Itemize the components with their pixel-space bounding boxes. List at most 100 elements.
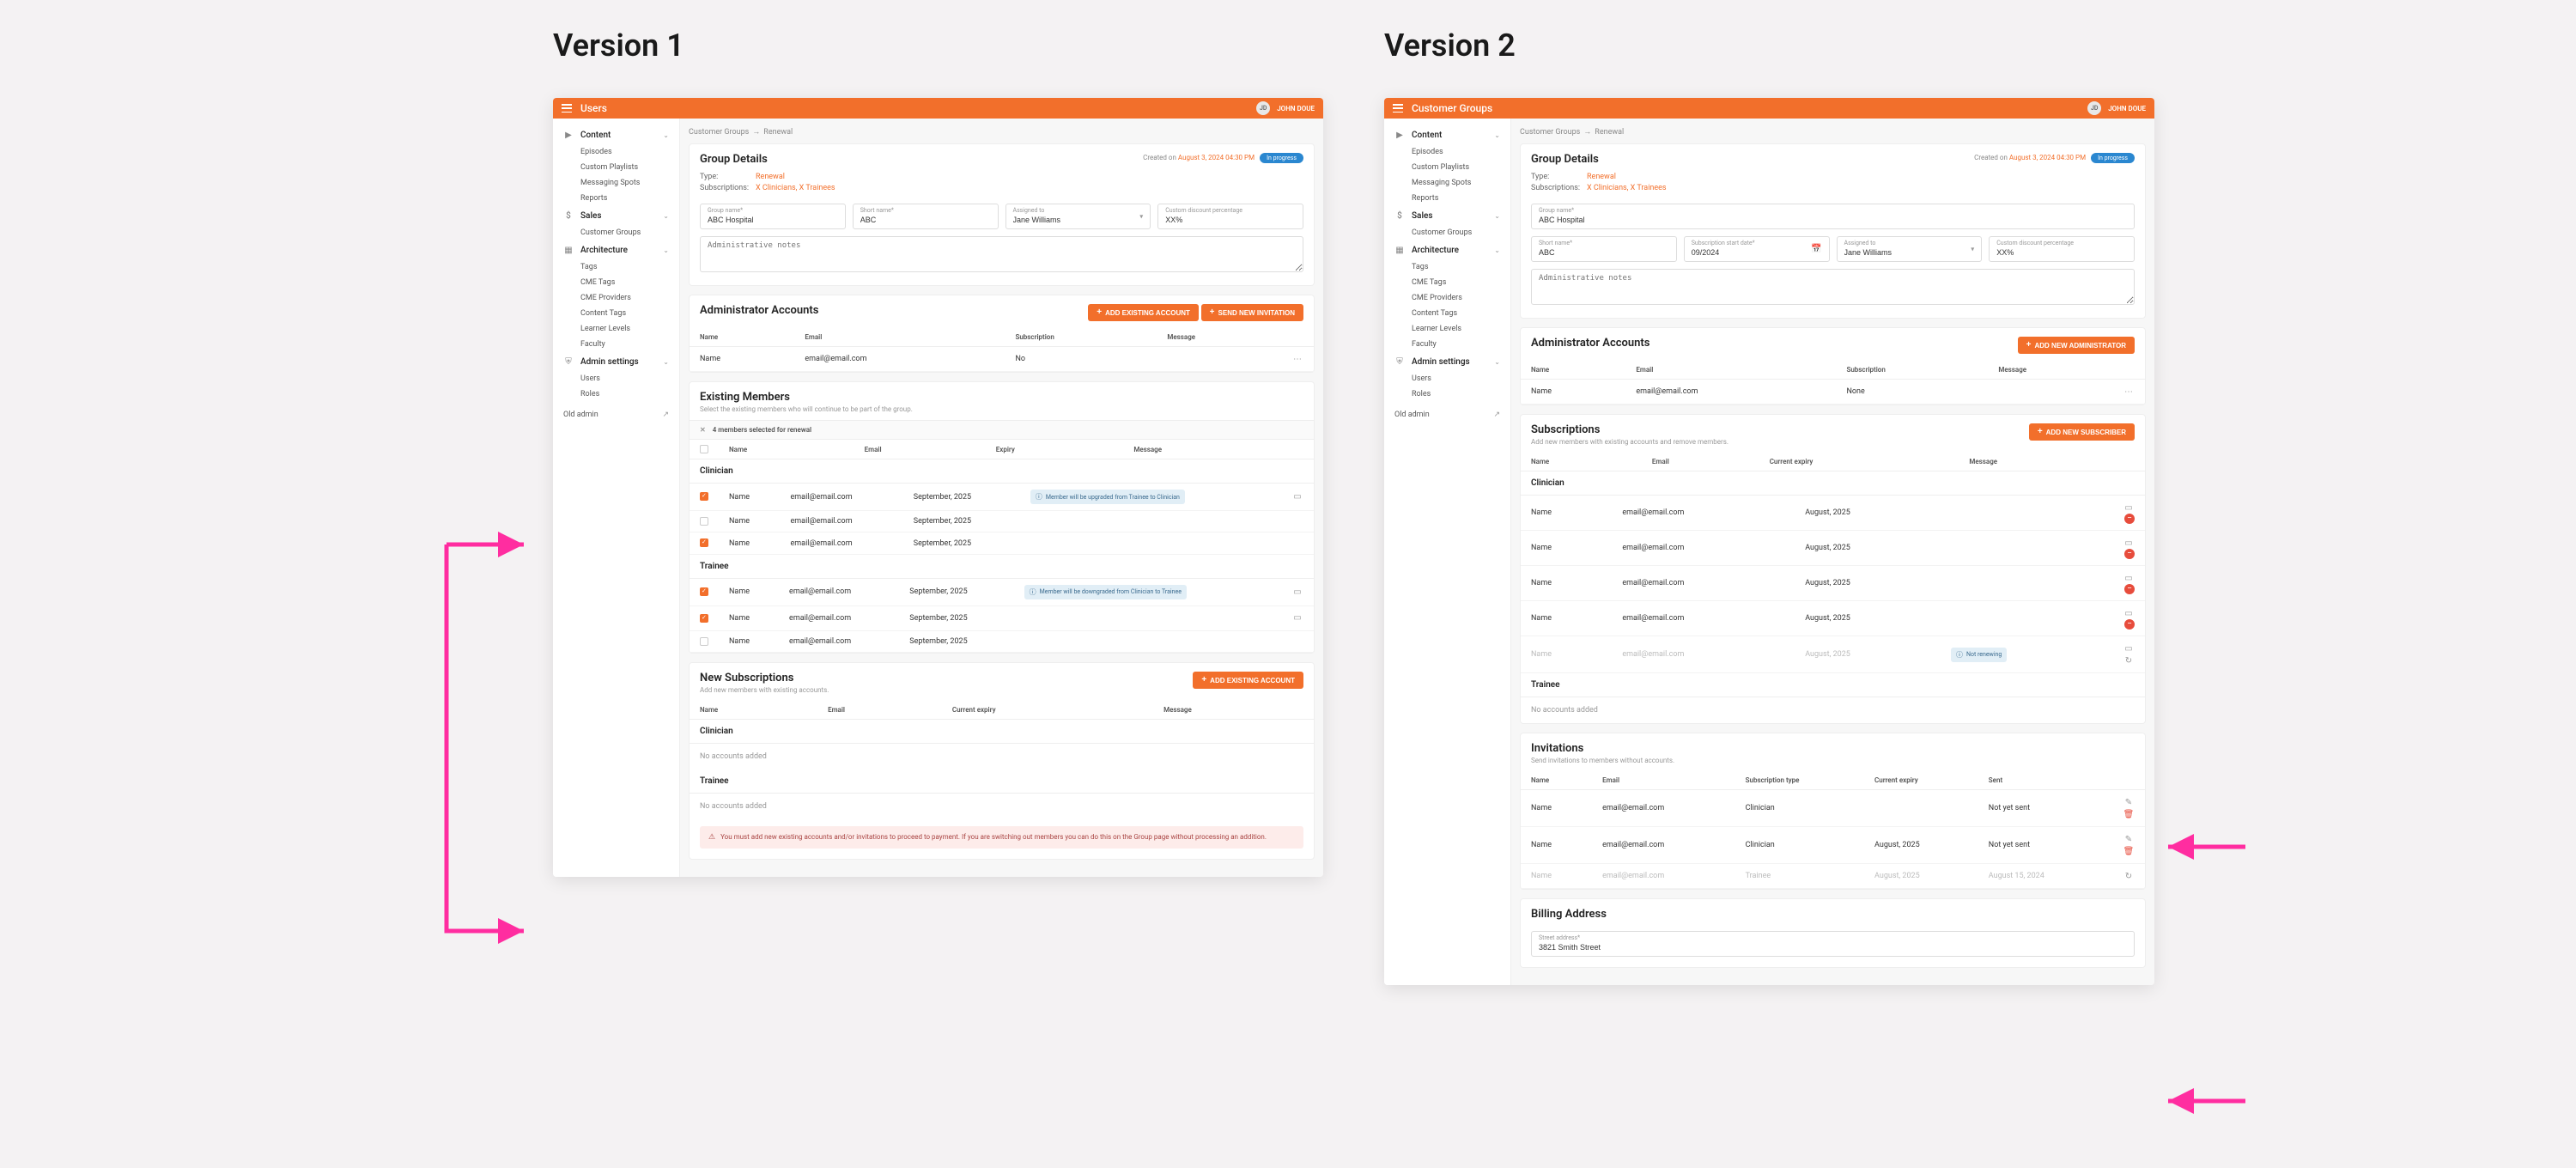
add-existing-account-button[interactable]: ADD EXISTING ACCOUNT: [1088, 304, 1199, 321]
avatar[interactable]: JD: [2087, 101, 2101, 115]
remove-icon[interactable]: −: [2124, 549, 2135, 559]
add-new-administrator-button[interactable]: ADD NEW ADMINISTRATOR: [2018, 337, 2135, 354]
send-new-invitation-button[interactable]: SEND NEW INVITATION: [1201, 304, 1303, 321]
nav-messaging-spots[interactable]: Messaging Spots: [553, 175, 679, 191]
delete-icon[interactable]: 🗑: [2123, 845, 2135, 857]
card-icon[interactable]: ▭: [2123, 607, 2135, 619]
street-address-field[interactable]: Street address*: [1531, 931, 2135, 957]
nav-old-admin[interactable]: Old admin↗: [1384, 405, 1510, 424]
add-new-subscriber-button[interactable]: ADD NEW SUBSCRIBER: [2029, 423, 2135, 441]
nav-learner-levels[interactable]: Learner Levels: [553, 321, 679, 337]
clear-selection-icon[interactable]: ✕: [700, 426, 706, 434]
chevron-down-icon: ⌄: [663, 358, 669, 366]
nav-users[interactable]: Users: [1384, 371, 1510, 386]
nav-content-tags[interactable]: Content Tags: [553, 306, 679, 321]
nav-cme-providers[interactable]: CME Providers: [553, 290, 679, 306]
remove-icon[interactable]: −: [2124, 514, 2135, 524]
not-renewing-badge: Not renewing: [1951, 648, 2007, 662]
row-checkbox[interactable]: [700, 517, 708, 526]
nav-faculty[interactable]: Faculty: [1384, 337, 1510, 352]
nav-content[interactable]: ▶Content⌄: [1384, 125, 1510, 144]
hamburger-icon[interactable]: [1393, 104, 1403, 113]
more-icon[interactable]: ⋯: [1291, 353, 1303, 365]
delete-icon[interactable]: 🗑: [2123, 808, 2135, 820]
nav-episodes[interactable]: Episodes: [553, 144, 679, 160]
short-name-field[interactable]: Short name*: [853, 204, 999, 229]
row-checkbox[interactable]: [700, 637, 708, 646]
assigned-to-field[interactable]: Assigned to: [1837, 236, 1983, 262]
avatar[interactable]: JD: [1256, 101, 1270, 115]
undo-icon[interactable]: ↻: [2123, 654, 2135, 666]
select-all-checkbox[interactable]: [700, 445, 708, 453]
nav-customer-groups[interactable]: Customer Groups: [553, 225, 679, 240]
warning-message: You must add new existing accounts and/o…: [700, 826, 1303, 849]
nav-customer-groups[interactable]: Customer Groups: [1384, 225, 1510, 240]
card-icon[interactable]: ▭: [2123, 502, 2135, 514]
card-icon[interactable]: ▭: [2123, 572, 2135, 584]
row-checkbox[interactable]: [700, 538, 708, 547]
card-icon[interactable]: ▭: [1291, 612, 1303, 624]
card-icon[interactable]: ▭: [2123, 537, 2135, 549]
breadcrumb-root[interactable]: Customer Groups: [1520, 128, 1580, 137]
nav-architecture[interactable]: ▦Architecture⌄: [1384, 240, 1510, 259]
nav-old-admin[interactable]: Old admin↗: [553, 405, 679, 424]
remove-icon[interactable]: −: [2124, 584, 2135, 594]
nav-sales[interactable]: $Sales⌄: [1384, 206, 1510, 225]
nav-messaging-spots[interactable]: Messaging Spots: [1384, 175, 1510, 191]
nav-roles[interactable]: Roles: [1384, 386, 1510, 402]
nav-tags[interactable]: Tags: [1384, 259, 1510, 275]
nav-sales[interactable]: $Sales⌄: [553, 206, 679, 225]
nav-reports[interactable]: Reports: [1384, 191, 1510, 206]
nav-cme-tags[interactable]: CME Tags: [553, 275, 679, 290]
start-date-field[interactable]: Subscription start date*📅: [1684, 236, 1830, 262]
grid-icon: ▦: [563, 245, 574, 255]
remove-icon[interactable]: −: [2124, 619, 2135, 630]
undo-icon[interactable]: ↻: [2123, 870, 2135, 882]
more-icon[interactable]: ⋯: [2123, 386, 2135, 398]
nav-cme-providers[interactable]: CME Providers: [1384, 290, 1510, 306]
nav-admin-settings[interactable]: ⛨Admin settings⌄: [1384, 352, 1510, 371]
nav-roles[interactable]: Roles: [553, 386, 679, 402]
dollar-icon: $: [1394, 210, 1405, 221]
nav-faculty[interactable]: Faculty: [553, 337, 679, 352]
nav-content-tags[interactable]: Content Tags: [1384, 306, 1510, 321]
group-name-field[interactable]: Group name*: [700, 204, 846, 229]
discount-field[interactable]: Custom discount percentage: [1989, 236, 2135, 262]
card-icon[interactable]: ▭: [1291, 586, 1303, 598]
status-badge: In progress: [1260, 153, 1303, 163]
edit-icon[interactable]: ✎: [2123, 833, 2135, 845]
row-checkbox[interactable]: [700, 492, 708, 501]
add-existing-account-button[interactable]: ADD EXISTING ACCOUNT: [1193, 672, 1303, 689]
row-checkbox[interactable]: [700, 614, 708, 623]
table-row: Nameemail@email.comAugust, 2025▭ −: [1521, 531, 2145, 566]
group-name-field[interactable]: Group name*: [1531, 204, 2135, 229]
table-row: Nameemail@email.comSeptember, 2025Member…: [690, 484, 1314, 511]
nav-learner-levels[interactable]: Learner Levels: [1384, 321, 1510, 337]
downgrade-badge: Member will be downgraded from Clinician…: [1024, 585, 1187, 599]
nav-custom-playlists[interactable]: Custom Playlists: [553, 160, 679, 175]
nav-admin-settings[interactable]: ⛨Admin settings⌄: [553, 352, 679, 371]
nav-content[interactable]: ▶Content⌄: [553, 125, 679, 144]
nav-architecture[interactable]: ▦Architecture⌄: [553, 240, 679, 259]
card-icon[interactable]: ▭: [2123, 642, 2135, 654]
table-row: Nameemail@email.comSeptember, 2025Member…: [690, 579, 1314, 606]
assigned-to-field[interactable]: Assigned to: [1005, 204, 1151, 229]
card-icon[interactable]: ▭: [1291, 491, 1303, 503]
nav-custom-playlists[interactable]: Custom Playlists: [1384, 160, 1510, 175]
row-checkbox[interactable]: [700, 587, 708, 596]
nav-reports[interactable]: Reports: [553, 191, 679, 206]
admin-notes-field[interactable]: [1531, 269, 2135, 305]
admin-notes-field[interactable]: [700, 236, 1303, 272]
short-name-field[interactable]: Short name*: [1531, 236, 1677, 262]
version-1-label: Version 1: [553, 27, 684, 64]
nav-users[interactable]: Users: [553, 371, 679, 386]
nav-episodes[interactable]: Episodes: [1384, 144, 1510, 160]
discount-field[interactable]: Custom discount percentage: [1157, 204, 1303, 229]
hamburger-icon[interactable]: [562, 104, 572, 113]
nav-cme-tags[interactable]: CME Tags: [1384, 275, 1510, 290]
edit-icon[interactable]: ✎: [2123, 796, 2135, 808]
breadcrumb-root[interactable]: Customer Groups: [689, 128, 749, 137]
nav-tags[interactable]: Tags: [553, 259, 679, 275]
table-row: Nameemail@email.comSeptember, 2025: [690, 630, 1314, 652]
clinician-section: Clinician: [690, 459, 1314, 484]
